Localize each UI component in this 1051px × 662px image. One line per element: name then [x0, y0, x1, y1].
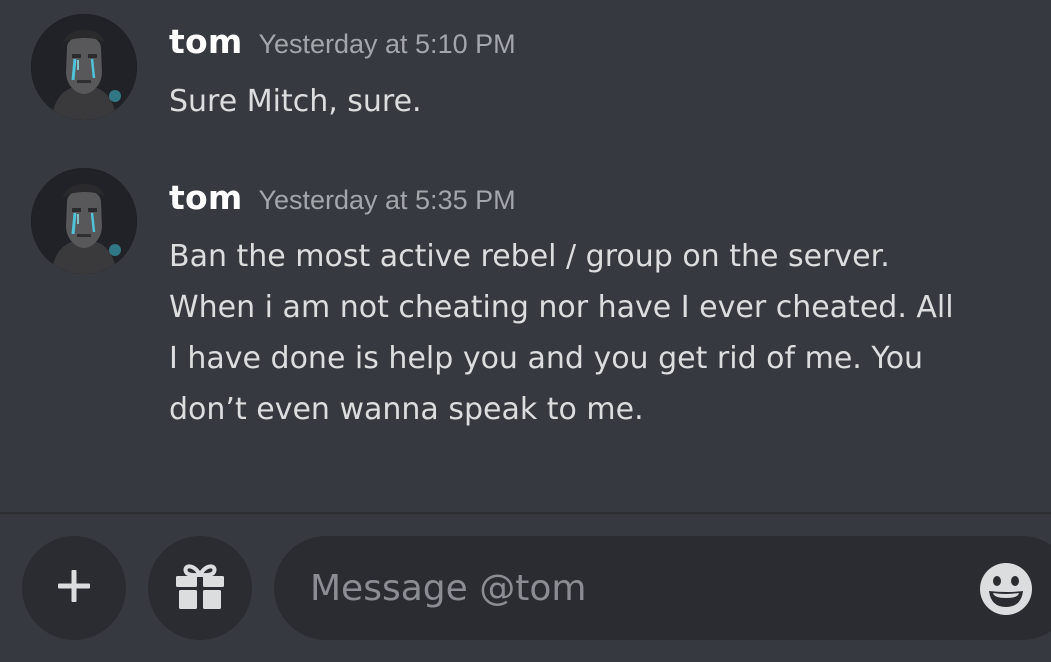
- username[interactable]: tom: [169, 22, 242, 61]
- message-composer: [0, 514, 1051, 662]
- emoji-picker-button[interactable]: [978, 561, 1034, 617]
- message-line: When i am not cheating nor have I ever c…: [169, 290, 954, 325]
- message-line: Ban the most active rebel / group on the…: [169, 239, 890, 274]
- message-content: Sure Mitch, sure.: [169, 76, 1039, 127]
- dm-chat-window: tom Yesterday at 5:10 PM Sure Mitch, sure…: [0, 0, 1051, 662]
- timestamp: Yesterday at 5:35 PM: [258, 185, 516, 215]
- message-content: Ban the most active rebel / group on the…: [169, 231, 1039, 435]
- message-line: I have done is help you and you get rid …: [169, 341, 924, 376]
- message-input[interactable]: [310, 536, 950, 640]
- message-list[interactable]: tom Yesterday at 5:10 PM Sure Mitch, sure…: [0, 0, 1051, 512]
- plus-icon: [54, 566, 94, 610]
- timestamp: Yesterday at 5:10 PM: [258, 29, 516, 59]
- gift-icon: [174, 561, 226, 615]
- avatar[interactable]: [31, 168, 137, 274]
- add-attachment-button[interactable]: [22, 536, 126, 640]
- message-line: don’t even wanna speak to me.: [169, 392, 644, 427]
- message-header: tom Yesterday at 5:10 PM: [169, 22, 516, 66]
- send-gift-button[interactable]: [148, 536, 252, 640]
- smiley-emoji-icon: [978, 563, 1034, 621]
- username[interactable]: tom: [169, 178, 242, 217]
- message-header: tom Yesterday at 5:35 PM: [169, 178, 516, 222]
- avatar[interactable]: [31, 14, 137, 120]
- message-line: Sure Mitch, sure.: [169, 84, 422, 119]
- message-input-container[interactable]: [274, 536, 1051, 640]
